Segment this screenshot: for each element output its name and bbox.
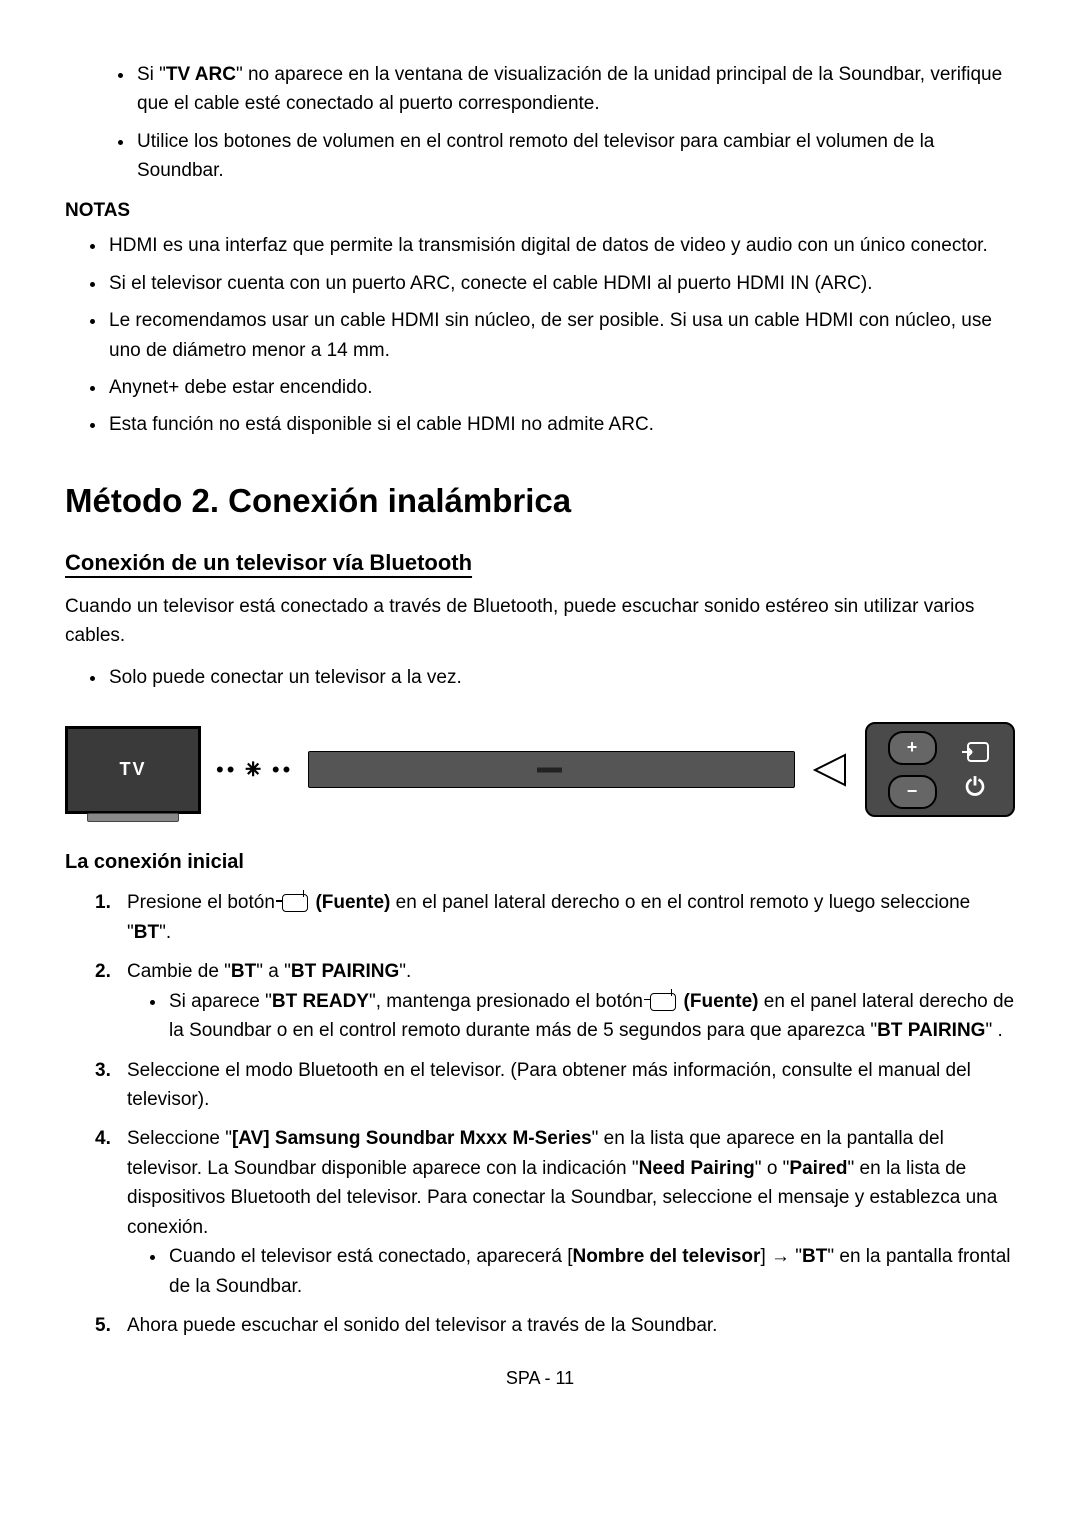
top-bullet-2: Utilice los botones de volumen en el con… xyxy=(135,127,1015,186)
step-5: Ahora puede escuchar el sonido del telev… xyxy=(95,1311,1015,1340)
notas-item: Le recomendamos usar un cable HDMI sin n… xyxy=(107,306,1015,365)
top-bullet-1: Si "TV ARC" no aparece en la ventana de … xyxy=(135,60,1015,119)
initial-connection-heading: La conexión inicial xyxy=(65,847,1015,878)
section-heading: Método 2. Conexión inalámbrica xyxy=(65,475,1015,526)
bluetooth-signal-icon: ••⁕•• xyxy=(216,748,293,791)
notas-item: Esta función no está disponible si el ca… xyxy=(107,410,1015,439)
step-2: Cambie de "BT" a "BT PAIRING". Si aparec… xyxy=(95,957,1015,1045)
step-3: Seleccione el modo Bluetooth en el telev… xyxy=(95,1056,1015,1115)
side-buttons: ⏻ xyxy=(958,740,993,800)
notas-item: Anynet+ debe estar encendido. xyxy=(107,373,1015,402)
steps-list: Presione el botón (Fuente) en el panel l… xyxy=(65,888,1015,1340)
volume-down-icon: − xyxy=(888,775,937,809)
notas-item: Si el televisor cuenta con un puerto ARC… xyxy=(107,269,1015,298)
source-icon xyxy=(958,740,993,765)
intro-text: Cuando un televisor está conectado a tra… xyxy=(65,592,1015,651)
connection-figure: TV ••⁕•• + − ⏻ xyxy=(65,722,1015,817)
step-4: Seleccione "[AV] Samsung Soundbar Mxxx M… xyxy=(95,1124,1015,1301)
step-2-sub: Si aparece "BT READY", mantenga presiona… xyxy=(167,987,1015,1046)
notas-item: HDMI es una interfaz que permite la tran… xyxy=(107,231,1015,260)
source-icon xyxy=(650,993,676,1011)
tv-stand xyxy=(87,813,179,822)
pointer-icon xyxy=(810,750,850,790)
top-bullets: Si "TV ARC" no aparece en la ventana de … xyxy=(65,60,1015,186)
step-4-sublist: Cuando el televisor está conectado, apar… xyxy=(127,1242,1015,1301)
step-1: Presione el botón (Fuente) en el panel l… xyxy=(95,888,1015,947)
subsection-heading: Conexión de un televisor vía Bluetooth xyxy=(65,546,1015,580)
power-icon: ⏻ xyxy=(958,775,993,800)
control-panel-illustration: + − ⏻ xyxy=(865,722,1015,817)
volume-up-icon: + xyxy=(888,731,937,765)
notas-heading: NOTAS xyxy=(65,196,1015,225)
source-icon xyxy=(282,894,308,912)
intro-bullet-list: Solo puede conectar un televisor a la ve… xyxy=(65,663,1015,692)
intro-bullet: Solo puede conectar un televisor a la ve… xyxy=(107,663,1015,692)
soundbar-illustration xyxy=(308,751,795,788)
volume-buttons: + − xyxy=(888,731,937,809)
tv-illustration: TV xyxy=(65,726,201,814)
step-2-sublist: Si aparece "BT READY", mantenga presiona… xyxy=(127,987,1015,1046)
notas-list: HDMI es una interfaz que permite la tran… xyxy=(65,231,1015,440)
page-footer: SPA - 11 xyxy=(65,1365,1015,1393)
step-4-sub: Cuando el televisor está conectado, apar… xyxy=(167,1242,1015,1301)
